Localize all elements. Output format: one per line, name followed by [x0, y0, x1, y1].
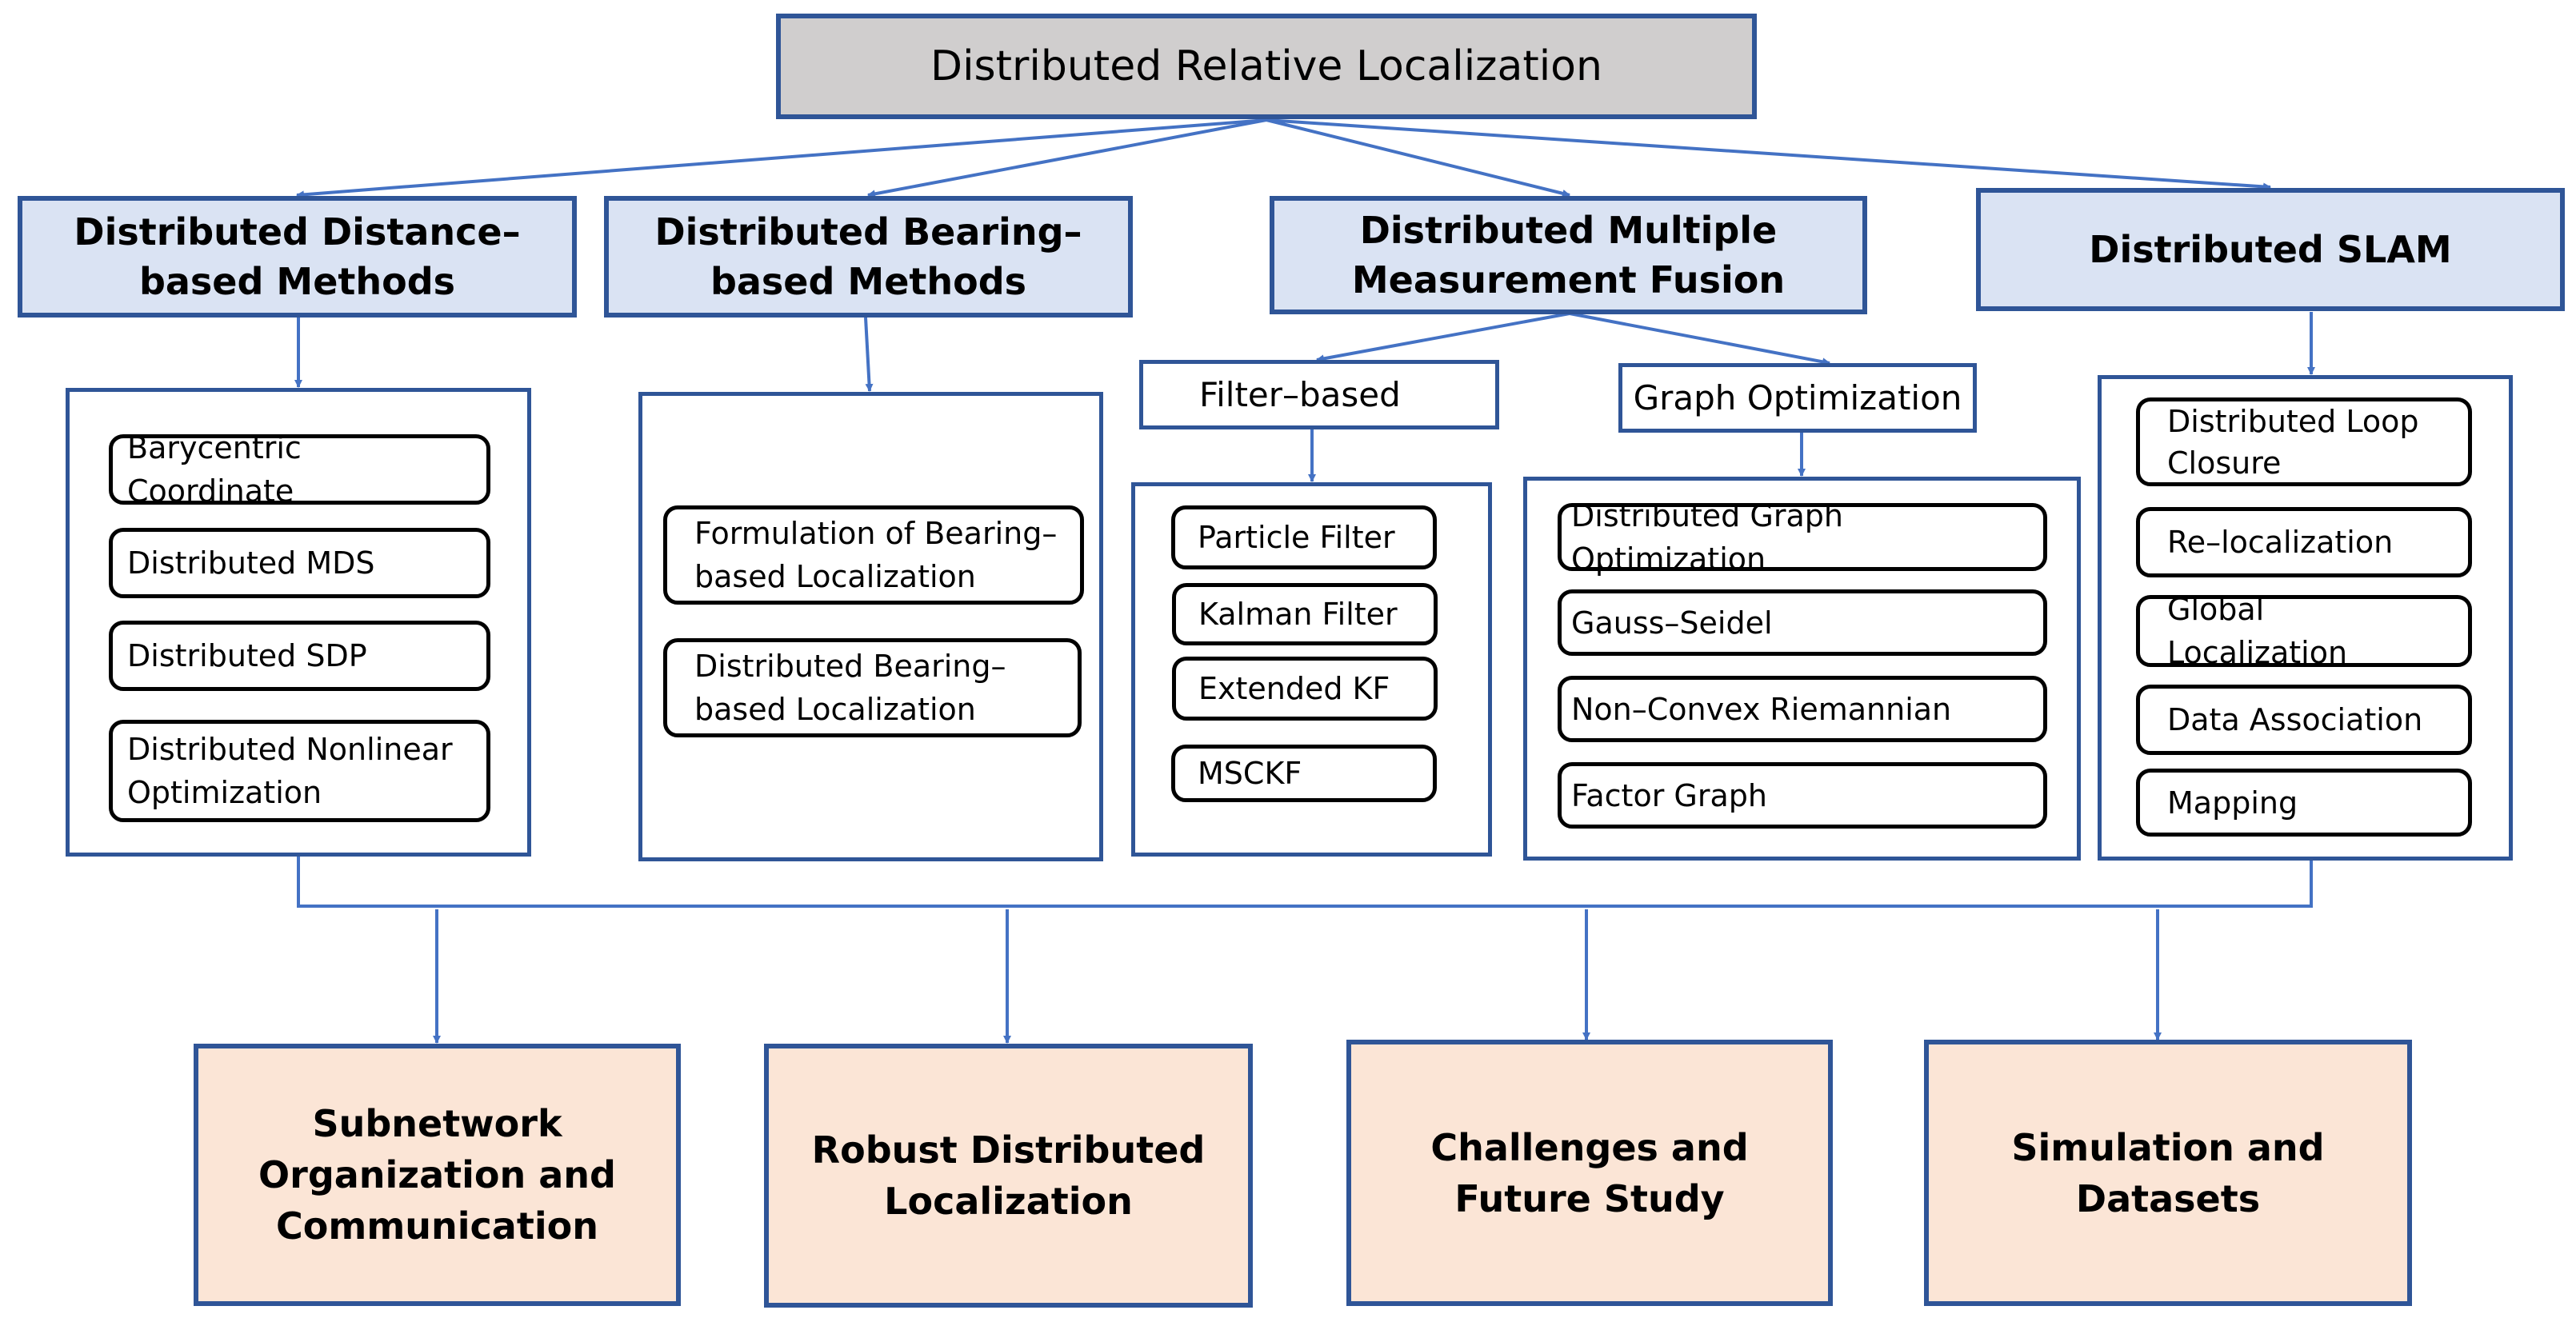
arrow-bearing-to-list — [864, 317, 874, 392]
root-node: Distributed Relative Localization — [776, 14, 1757, 119]
category-label: Distributed Bearing–based Methods — [654, 210, 1082, 303]
list-item: Distributed Graph Optimization — [1558, 498, 2047, 577]
outcome-subnetwork-organization: Subnetwork Organization and Communicatio… — [194, 1044, 681, 1306]
list-item: Gauss–Seidel — [1558, 589, 2047, 656]
list-item: Particle Filter — [1171, 505, 1437, 569]
arrow-fusion-to-graph — [1569, 312, 1830, 366]
outcome-label: Simulation and Datasets — [2011, 1125, 2325, 1220]
bus-connector — [297, 856, 2313, 908]
list-item: Formulation of Bearing–based Localizatio… — [663, 505, 1084, 605]
category-label: Distributed Distance–based Methods — [74, 210, 521, 303]
list-item: Barycentric Coordinate — [109, 430, 490, 509]
arrow-root-to-distance — [296, 118, 1267, 199]
outcome-label: Challenges and Future Study — [1430, 1125, 1749, 1220]
category-bearing-based: Distributed Bearing–based Methods — [604, 196, 1133, 318]
arrow-root-to-slam — [1266, 118, 2271, 191]
category-distance-based: Distributed Distance–based Methods — [18, 196, 577, 318]
list-item: Distributed MDS — [109, 528, 490, 598]
outcome-challenges-future-study: Challenges and Future Study — [1346, 1040, 1833, 1306]
branch-label: Filter–based — [1199, 375, 1401, 414]
list-item: Non–Convex Riemannian — [1558, 676, 2047, 742]
branch-filter-based: Filter–based — [1139, 360, 1499, 429]
list-item: Kalman Filter — [1172, 583, 1438, 645]
outcome-robust-localization: Robust Distributed Localization — [764, 1044, 1253, 1308]
list-item: MSCKF — [1171, 745, 1437, 802]
distance-methods-list: Barycentric Coordinate Distributed MDS D… — [66, 388, 531, 857]
list-item: Distributed SDP — [109, 621, 490, 691]
branch-label: Graph Optimization — [1633, 378, 1962, 417]
bearing-methods-list: Formulation of Bearing–based Localizatio… — [638, 392, 1103, 861]
list-item: Mapping — [2136, 769, 2472, 837]
list-item: Data Association — [2136, 685, 2472, 755]
list-item: Re–localization — [2136, 507, 2472, 577]
outcome-label: Robust Distributed Localization — [811, 1128, 1206, 1223]
filter-methods-list: Particle Filter Kalman Filter Extended K… — [1131, 482, 1492, 857]
category-label: Distributed SLAM — [2089, 228, 2452, 271]
outcome-label: Subnetwork Organization and Communicatio… — [258, 1102, 616, 1248]
category-multiple-measurement-fusion: Distributed Multiple Measurement Fusion — [1270, 196, 1867, 314]
outcome-simulation-datasets: Simulation and Datasets — [1924, 1040, 2412, 1306]
list-item: Distributed Loop Closure — [2136, 397, 2472, 486]
branch-graph-optimization: Graph Optimization — [1618, 363, 1977, 433]
root-label: Distributed Relative Localization — [930, 42, 1602, 90]
list-item: Distributed Nonlinear Optimization — [109, 720, 490, 822]
arrow-root-to-bearing — [867, 118, 1267, 198]
list-item: Distributed Bearing–based Localization — [663, 638, 1082, 737]
slam-methods-list: Distributed Loop Closure Re–localization… — [2098, 375, 2513, 861]
list-item: Factor Graph — [1558, 762, 2047, 829]
arrow-fusion-to-filter — [1316, 312, 1570, 363]
category-label: Distributed Multiple Measurement Fusion — [1351, 209, 1786, 302]
graph-methods-list: Distributed Graph Optimization Gauss–Sei… — [1523, 477, 2081, 861]
diagram-canvas: Distributed Relative Localization Distri… — [0, 0, 2576, 1322]
list-item: Global Localization — [2136, 592, 2472, 670]
list-item: Extended KF — [1172, 657, 1438, 721]
category-slam: Distributed SLAM — [1976, 188, 2565, 311]
